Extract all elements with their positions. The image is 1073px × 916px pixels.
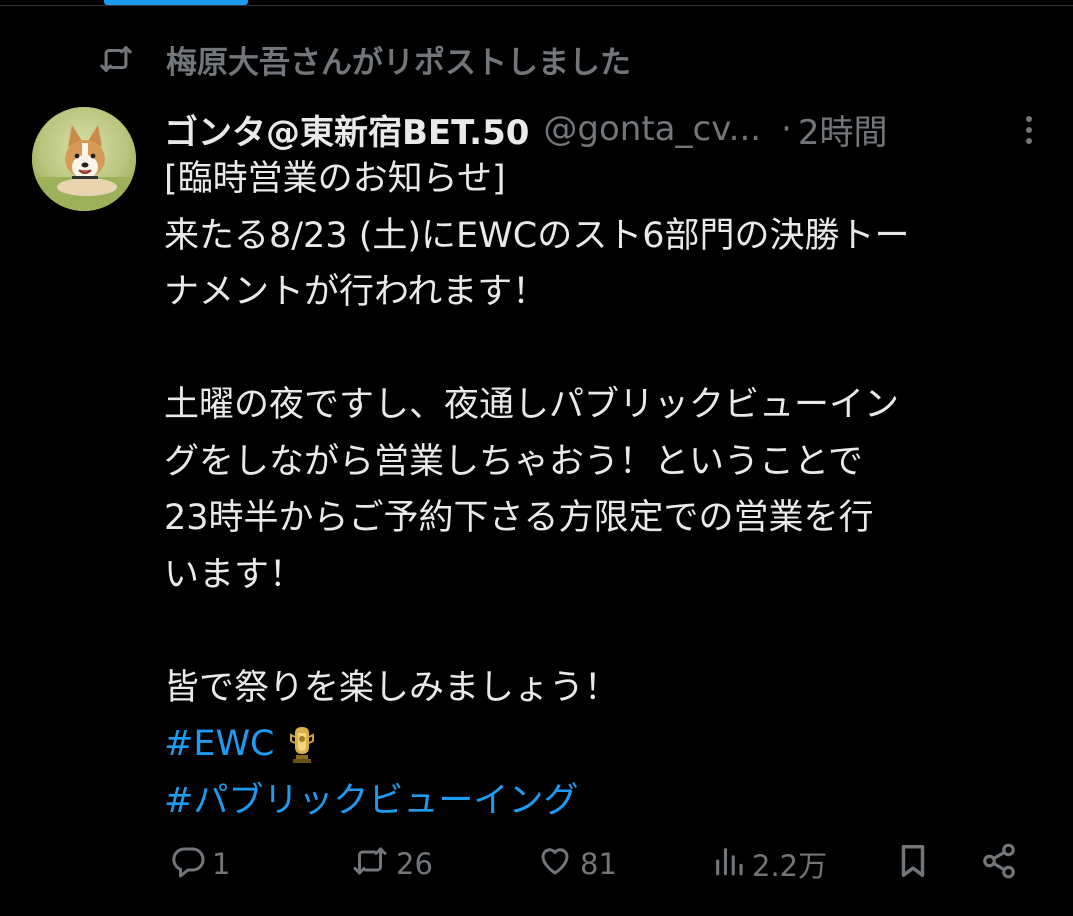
views-count: 2.2万 xyxy=(752,849,828,883)
post-line: 土曜の夜ですし、夜通しパブリックビューイン xyxy=(164,385,900,425)
like-count: 81 xyxy=(580,847,617,881)
like-button[interactable]: 81 xyxy=(536,836,617,892)
hashtag-link[interactable]: #パブリックビューイング xyxy=(164,781,578,821)
more-options-icon[interactable] xyxy=(1014,112,1044,148)
hashtag-line: #パブリックビューイング xyxy=(164,773,1054,830)
bookmark-icon xyxy=(894,841,932,888)
avatar[interactable] xyxy=(32,107,136,211)
post-body: [臨時営業のお知らせ] 来たる8/23 (土)にEWCのスト6部門の決勝トー ナ… xyxy=(164,151,1054,829)
post-time[interactable]: 2時間 xyxy=(798,105,888,154)
views-icon xyxy=(712,843,746,886)
repost-count: 26 xyxy=(396,847,433,881)
post-line: 皆で祭りを楽しみましょう！ xyxy=(164,667,620,708)
top-divider xyxy=(0,5,1073,6)
corgi-avatar xyxy=(32,107,136,211)
post-line: 来たる8/23 (土)にEWCのスト6部門の決勝トー xyxy=(164,215,910,256)
post-line: グをしながら営業しちゃおう！ということで xyxy=(164,441,863,482)
views-button[interactable]: 2.2万 xyxy=(712,836,827,892)
display-name[interactable]: ゴンタ@東新宿BET.50 xyxy=(164,105,529,154)
repost-context-text: 梅原大吾さんがリポストしました xyxy=(166,44,631,81)
separator-dot: · xyxy=(781,109,792,149)
action-bar: 1 26 81 2.2万 xyxy=(164,836,1034,892)
hashtag-link[interactable]: #EWC xyxy=(164,724,275,764)
reply-button[interactable]: 1 xyxy=(170,836,230,892)
repost-context[interactable]: 梅原大吾さんがリポストしました xyxy=(96,36,631,82)
reply-count: 1 xyxy=(212,847,231,881)
bookmark-button[interactable] xyxy=(894,836,932,892)
hashtag-line: #EWC xyxy=(164,716,1054,773)
post-line: 23時半からご予約下さる方限定での営業を行 xyxy=(164,498,874,538)
post-header: ゴンタ@東新宿BET.50 @gonta_cv... · 2時間 xyxy=(164,104,1044,154)
repost-icon xyxy=(96,39,136,79)
heart-icon xyxy=(536,843,574,886)
post-line: [臨時営業のお知らせ] xyxy=(164,159,506,199)
post-line: ナメントが行われます！ xyxy=(164,272,548,312)
user-handle[interactable]: @gonta_cv... xyxy=(543,109,761,149)
post-line: います！ xyxy=(164,554,305,595)
repost-button[interactable]: 26 xyxy=(350,836,433,892)
reply-icon xyxy=(170,843,206,886)
share-button[interactable] xyxy=(980,836,1018,892)
share-icon xyxy=(980,841,1018,888)
repost-icon xyxy=(350,843,390,886)
